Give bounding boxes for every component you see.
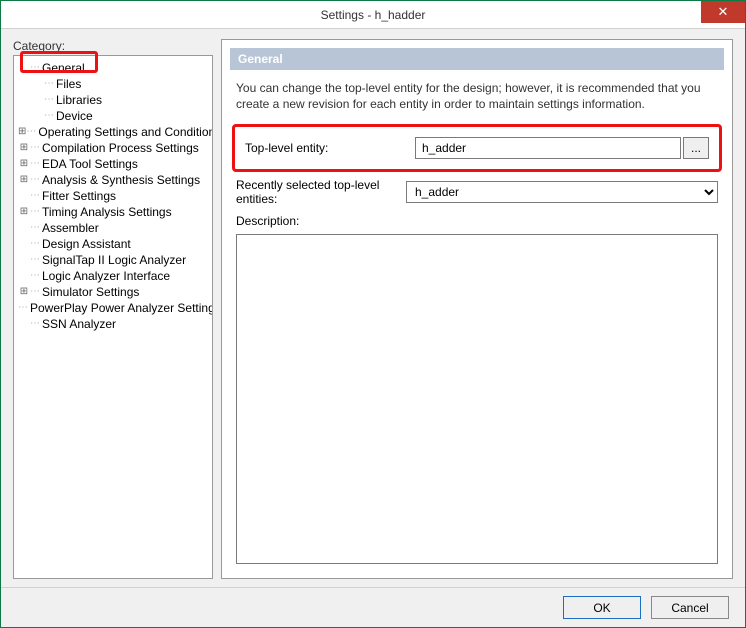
expand-icon[interactable]: ⊞ — [18, 124, 26, 140]
tree-item[interactable]: ⊞⋯Operating Settings and Conditions — [14, 124, 212, 140]
tree-connector-icon: ⋯ — [30, 284, 40, 300]
tree-item-label: Files — [56, 76, 81, 92]
settings-window: Settings - h_hadder ✕ Category: ⋯General… — [0, 0, 746, 628]
cancel-button[interactable]: Cancel — [651, 596, 729, 619]
titlebar: Settings - h_hadder ✕ — [1, 1, 745, 29]
tree-item-label: Logic Analyzer Interface — [42, 268, 170, 284]
panel-intro: You can change the top-level entity for … — [230, 70, 724, 122]
tree-connector-icon: ⋯ — [44, 92, 54, 108]
tree-connector-icon: ⋯ — [30, 252, 40, 268]
description-label: Description: — [236, 214, 406, 228]
tree-item-label: Fitter Settings — [42, 188, 116, 204]
close-icon: ✕ — [718, 4, 729, 20]
tree-item-label: Assembler — [42, 220, 99, 236]
panel-header: General — [230, 48, 724, 70]
tree-item[interactable]: ⋯Assembler — [14, 220, 212, 236]
tree-item-label: PowerPlay Power Analyzer Settings — [30, 300, 213, 316]
tree-connector-icon: ⋯ — [44, 108, 54, 124]
recent-entities-row: Recently selected top-level entities: h_… — [230, 174, 724, 210]
tree-item-label: EDA Tool Settings — [42, 156, 138, 172]
tree-connector-icon: ⋯ — [30, 204, 40, 220]
expand-icon[interactable]: ⊞ — [18, 140, 30, 156]
tree-connector-icon: ⋯ — [30, 268, 40, 284]
tree-connector-icon: ⋯ — [30, 220, 40, 236]
dialog-body: Category: ⋯General⋯Files⋯Libraries⋯Devic… — [1, 29, 745, 587]
expand-icon[interactable]: ⊞ — [18, 204, 30, 220]
top-level-entity-label: Top-level entity: — [245, 141, 415, 155]
tree-item-label: Analysis & Synthesis Settings — [42, 172, 200, 188]
tree-item-label: Operating Settings and Conditions — [38, 124, 213, 140]
description-textarea[interactable] — [236, 234, 718, 564]
tree-connector-icon: ⋯ — [30, 236, 40, 252]
tree-item[interactable]: ⋯Files — [14, 76, 212, 92]
tree-item-label: Design Assistant — [42, 236, 131, 252]
tree-connector-icon: ⋯ — [30, 188, 40, 204]
tree-item[interactable]: ⋯Logic Analyzer Interface — [14, 268, 212, 284]
expand-icon[interactable]: ⊞ — [18, 284, 30, 300]
tree-item-label: SignalTap II Logic Analyzer — [42, 252, 186, 268]
tree-item[interactable]: ⋯SSN Analyzer — [14, 316, 212, 332]
tree-connector-icon: ⋯ — [30, 60, 40, 76]
tree-connector-icon: ⋯ — [18, 300, 28, 316]
tree-connector-icon: ⋯ — [30, 172, 40, 188]
tree-item-label: General — [42, 60, 85, 76]
ok-button[interactable]: OK — [563, 596, 641, 619]
category-sidebar: Category: ⋯General⋯Files⋯Libraries⋯Devic… — [13, 39, 213, 579]
tree-item[interactable]: ⋯General — [14, 60, 212, 76]
tree-item-label: SSN Analyzer — [42, 316, 116, 332]
category-tree[interactable]: ⋯General⋯Files⋯Libraries⋯Device⊞⋯Operati… — [13, 55, 213, 579]
top-level-entity-input[interactable] — [415, 137, 681, 159]
category-label: Category: — [13, 39, 213, 53]
tree-item[interactable]: ⊞⋯Analysis & Synthesis Settings — [14, 172, 212, 188]
top-level-entity-row: Top-level entity: ... — [239, 133, 715, 163]
tree-item-label: Compilation Process Settings — [42, 140, 199, 156]
top-level-entity-highlight: Top-level entity: ... — [232, 124, 722, 172]
tree-item-label: Simulator Settings — [42, 284, 139, 300]
tree-item[interactable]: ⋯SignalTap II Logic Analyzer — [14, 252, 212, 268]
tree-item[interactable]: ⊞⋯EDA Tool Settings — [14, 156, 212, 172]
tree-item-label: Timing Analysis Settings — [42, 204, 172, 220]
tree-connector-icon: ⋯ — [30, 316, 40, 332]
window-title: Settings - h_hadder — [321, 8, 426, 22]
expand-icon[interactable]: ⊞ — [18, 172, 30, 188]
tree-item[interactable]: ⊞⋯Timing Analysis Settings — [14, 204, 212, 220]
tree-item[interactable]: ⋯Libraries — [14, 92, 212, 108]
tree-item[interactable]: ⊞⋯Compilation Process Settings — [14, 140, 212, 156]
tree-item[interactable]: ⋯Design Assistant — [14, 236, 212, 252]
tree-item-label: Device — [56, 108, 93, 124]
settings-panel: General You can change the top-level ent… — [221, 39, 733, 579]
tree-item[interactable]: ⋯PowerPlay Power Analyzer Settings — [14, 300, 212, 316]
tree-item[interactable]: ⋯Device — [14, 108, 212, 124]
description-row: Description: — [230, 210, 724, 228]
tree-connector-icon: ⋯ — [30, 140, 40, 156]
tree-item[interactable]: ⋯Fitter Settings — [14, 188, 212, 204]
browse-entity-button[interactable]: ... — [683, 137, 709, 159]
tree-connector-icon: ⋯ — [30, 156, 40, 172]
recent-entities-select[interactable]: h_adder — [406, 181, 718, 203]
tree-connector-icon: ⋯ — [44, 76, 54, 92]
tree-connector-icon: ⋯ — [26, 124, 36, 140]
recent-entities-label: Recently selected top-level entities: — [236, 178, 406, 206]
tree-item-label: Libraries — [56, 92, 102, 108]
expand-icon[interactable]: ⊞ — [18, 156, 30, 172]
dialog-footer: OK Cancel — [1, 587, 745, 627]
close-button[interactable]: ✕ — [701, 1, 745, 23]
tree-item[interactable]: ⊞⋯Simulator Settings — [14, 284, 212, 300]
